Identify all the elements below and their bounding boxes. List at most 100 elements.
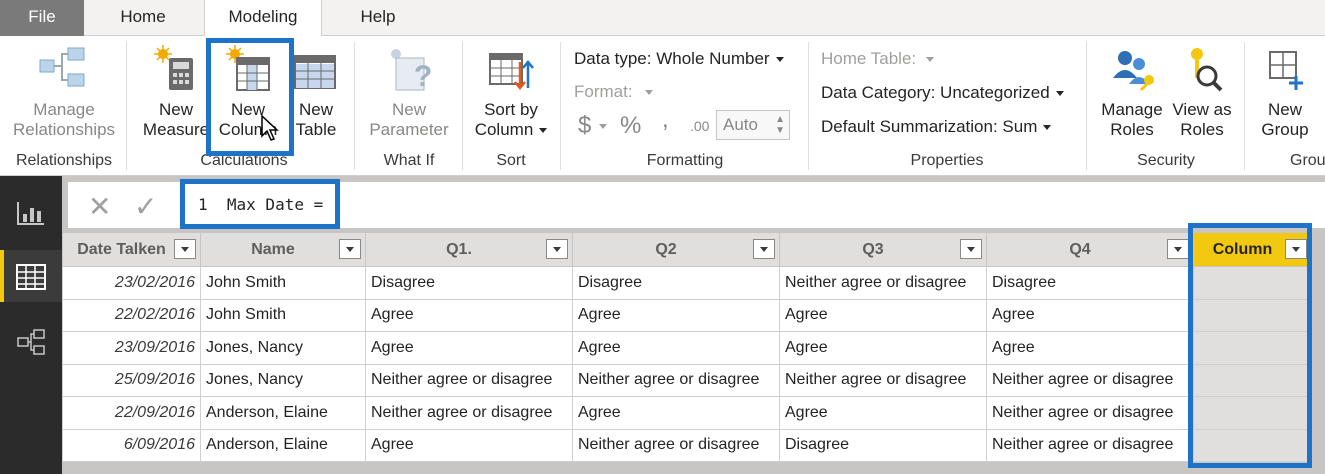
table-cell[interactable]: Agree: [572, 331, 780, 365]
group-label-calculations: Calculations: [200, 152, 288, 169]
filter-dropdown-icon[interactable]: [1285, 239, 1307, 259]
tab-help[interactable]: Help: [342, 0, 414, 36]
new-column-cell[interactable]: [1193, 428, 1312, 462]
formula-input[interactable]: 1 Max Date =: [198, 195, 323, 214]
model-diagram-icon: [17, 329, 45, 355]
tab-modeling[interactable]: Modeling: [204, 0, 322, 37]
table-cell[interactable]: Neither agree or disagree: [365, 363, 573, 397]
group-divider: [126, 42, 127, 170]
view-as-roles-label: View as Roles: [1172, 100, 1232, 139]
format-dropdown[interactable]: Format:: [574, 82, 653, 102]
home-table-dropdown[interactable]: Home Table:: [821, 49, 935, 69]
formula-bar-inner: ✕ ✓ 1 Max Date =: [68, 182, 1325, 228]
table-cell[interactable]: Disagree: [572, 266, 780, 300]
table-cell[interactable]: Jones, Nancy: [200, 331, 366, 365]
filter-dropdown-icon[interactable]: [174, 239, 196, 259]
new-column-header[interactable]: Column: [1193, 232, 1312, 267]
data-view-button[interactable]: [0, 250, 62, 302]
column-header[interactable]: Name: [200, 232, 366, 267]
manage-relationships-label: Manage Relationships: [12, 100, 116, 139]
filter-dropdown-icon[interactable]: [339, 239, 361, 259]
cancel-formula-button[interactable]: ✕: [88, 190, 111, 223]
model-view-button[interactable]: [0, 316, 62, 368]
currency-format-button[interactable]: $: [578, 112, 608, 140]
new-column-cell[interactable]: [1193, 331, 1312, 365]
manage-roles-label: Manage Roles: [1101, 100, 1163, 139]
percent-format-button[interactable]: %: [620, 112, 641, 140]
decimal-places-input[interactable]: Auto ▲ ▼: [716, 110, 790, 140]
column-header[interactable]: Q3: [779, 232, 987, 267]
table-cell[interactable]: Agree: [986, 331, 1194, 365]
new-column-cell[interactable]: [1193, 266, 1312, 300]
new-column-cell[interactable]: [1193, 396, 1312, 430]
table-cell[interactable]: Jones, Nancy: [200, 363, 366, 397]
table-cell[interactable]: Agree: [986, 298, 1194, 332]
table-cell[interactable]: Neither agree or disagree: [572, 428, 780, 462]
table-cell[interactable]: 22/02/2016: [62, 298, 201, 332]
column-header[interactable]: Q2: [572, 232, 780, 267]
table-cell[interactable]: Agree: [365, 298, 573, 332]
data-table: Date Talken Name Q1. Q2 Q3 Q4 Column 23/…: [62, 232, 1312, 462]
sort-by-column-label: Sort by Column: [466, 100, 556, 140]
table-cell[interactable]: Neither agree or disagree: [779, 363, 987, 397]
data-category-dropdown[interactable]: Data Category: Uncategorized: [821, 83, 1064, 103]
comma-format-button[interactable]: ,: [662, 106, 669, 134]
mouse-cursor-icon: [261, 114, 279, 141]
decimal-format-button[interactable]: .00: [690, 118, 709, 134]
table-cell[interactable]: 6/09/2016: [62, 428, 201, 462]
filter-dropdown-icon[interactable]: [546, 239, 568, 259]
header-row: Date Talken Name Q1. Q2 Q3 Q4 Column: [62, 232, 1312, 267]
table-cell[interactable]: Agree: [365, 428, 573, 462]
table-cell[interactable]: Neither agree or disagree: [572, 363, 780, 397]
table-cell[interactable]: Disagree: [365, 266, 573, 300]
bar-chart-icon: [17, 202, 44, 225]
tab-file[interactable]: File: [0, 0, 84, 36]
report-view-button[interactable]: [0, 186, 62, 238]
new-column-cell[interactable]: [1193, 363, 1312, 397]
table-cell[interactable]: Anderson, Elaine: [200, 428, 366, 462]
table-row: 23/09/2016 Jones, Nancy Agree Agree Agre…: [62, 331, 1312, 365]
group-divider: [808, 42, 809, 170]
column-header[interactable]: Date Talken: [62, 232, 201, 267]
new-group-label: New Group: [1261, 100, 1309, 139]
table-cell[interactable]: Agree: [572, 396, 780, 430]
data-type-dropdown[interactable]: Data type: Whole Number: [574, 49, 784, 69]
table-cell[interactable]: 25/09/2016: [62, 363, 201, 397]
table-cell[interactable]: Agree: [779, 298, 987, 332]
group-label-relationships: Relationships: [15, 152, 113, 169]
table-cell[interactable]: John Smith: [200, 266, 366, 300]
table-cell[interactable]: Disagree: [779, 428, 987, 462]
commit-formula-button[interactable]: ✓: [134, 190, 157, 223]
new-measure-icon: [154, 45, 193, 90]
tab-home[interactable]: Home: [104, 0, 182, 36]
table-cell[interactable]: Agree: [779, 396, 987, 430]
table-row: 23/02/2016 John Smith Disagree Disagree …: [62, 266, 1312, 300]
filter-dropdown-icon[interactable]: [1167, 239, 1189, 259]
table-cell[interactable]: Neither agree or disagree: [986, 363, 1194, 397]
new-column-cell[interactable]: [1193, 298, 1312, 332]
table-cell[interactable]: 22/09/2016: [62, 396, 201, 430]
table-cell[interactable]: Disagree: [986, 266, 1194, 300]
table-cell[interactable]: 23/02/2016: [62, 266, 201, 300]
filter-dropdown-icon[interactable]: [960, 239, 982, 259]
group-label-groups: Grou: [1290, 152, 1325, 169]
table-cell[interactable]: Neither agree or disagree: [779, 266, 987, 300]
table-cell[interactable]: Neither agree or disagree: [365, 396, 573, 430]
table-cell[interactable]: 23/09/2016: [62, 331, 201, 365]
group-divider: [560, 42, 561, 170]
column-header[interactable]: Q1.: [365, 232, 573, 267]
table-cell[interactable]: Neither agree or disagree: [986, 428, 1194, 462]
table-cell[interactable]: Agree: [779, 331, 987, 365]
sort-by-column-icon: [489, 53, 534, 90]
table-cell[interactable]: John Smith: [200, 298, 366, 332]
table-cell[interactable]: Agree: [365, 331, 573, 365]
group-label-security: Security: [1137, 152, 1195, 169]
table-cell[interactable]: Neither agree or disagree: [986, 396, 1194, 430]
column-header[interactable]: Q4: [986, 232, 1194, 267]
table-row: 6/09/2016 Anderson, Elaine Agree Neither…: [62, 428, 1312, 462]
decimal-places-spinner-icon[interactable]: ▲ ▼: [775, 114, 785, 136]
table-cell[interactable]: Anderson, Elaine: [200, 396, 366, 430]
filter-dropdown-icon[interactable]: [753, 239, 775, 259]
default-summarization-dropdown[interactable]: Default Summarization: Sum: [821, 117, 1052, 137]
table-cell[interactable]: Agree: [572, 298, 780, 332]
